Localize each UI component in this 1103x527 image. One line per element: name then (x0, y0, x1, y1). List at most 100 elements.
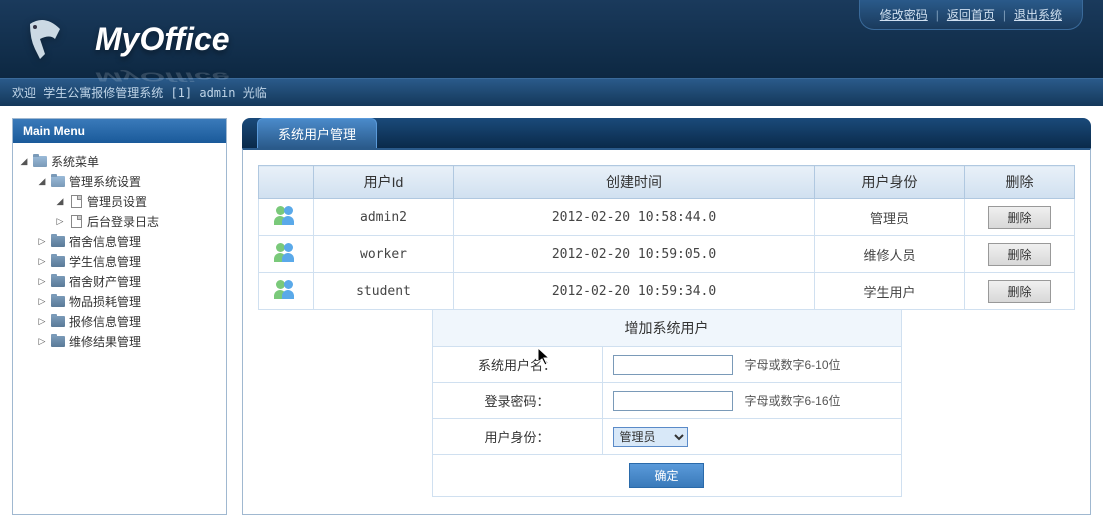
cell-icon (259, 273, 314, 310)
tree-node[interactable]: ▷ 维修结果管理 (18, 331, 221, 351)
tree-node[interactable]: ▷ 报修信息管理 (18, 311, 221, 331)
tree-item-icon (50, 314, 66, 328)
tree-node[interactable]: ◢ 管理系统设置 (18, 171, 221, 191)
tree-node[interactable]: ▷ 宿舍信息管理 (18, 231, 221, 251)
cell-icon (259, 236, 314, 273)
table-row: worker 2012-02-20 10:59:05.0 维修人员 删除 (259, 236, 1075, 273)
username-input[interactable] (613, 355, 733, 375)
username-hint: 字母或数字6-10位 (745, 356, 841, 373)
tree-item-icon (50, 274, 66, 288)
tree-label: 系统菜单 (51, 153, 99, 170)
cell-role: 维修人员 (815, 236, 965, 273)
tree-label: 宿舍财产管理 (69, 273, 141, 290)
tree-node[interactable]: ▷ 物品损耗管理 (18, 291, 221, 311)
tree-item-icon (50, 254, 66, 268)
tree-node[interactable]: ◢ 管理员设置 (18, 191, 221, 211)
users-icon (274, 242, 298, 262)
cell-userid: student (314, 273, 454, 310)
col-role: 用户身份 (815, 166, 965, 199)
tree-toggle-icon[interactable]: ▷ (36, 315, 48, 327)
tree-label: 宿舍信息管理 (69, 233, 141, 250)
link-logout[interactable]: 退出系统 (1014, 6, 1062, 23)
form-submit-row: 确定 (433, 455, 901, 496)
cell-icon (259, 199, 314, 236)
tree-node[interactable]: ▷ 学生信息管理 (18, 251, 221, 271)
separator: | (936, 8, 939, 22)
main-area: Main Menu ◢系统菜单◢管理系统设置◢管理员设置▷后台登录日志▷宿舍信息… (0, 106, 1103, 527)
col-created: 创建时间 (454, 166, 815, 199)
add-user-form: 增加系统用户 系统用户名： 字母或数字6-10位 登录密码： 字母或数字6-16… (432, 310, 902, 497)
username-label: 系统用户名： (433, 347, 603, 382)
tree-item-icon (68, 194, 84, 208)
tree-toggle-icon[interactable]: ◢ (18, 155, 30, 167)
brand-title: MyOffice (95, 21, 230, 58)
bird-logo-icon (20, 9, 80, 69)
submit-button[interactable]: 确定 (629, 463, 703, 488)
app-header: MyOffice 修改密码 | 返回首页 | 退出系统 (0, 0, 1103, 78)
delete-button[interactable]: 删除 (988, 280, 1050, 303)
panel-body: 用户Id 创建时间 用户身份 删除 admin2 2012-02-20 10:5… (242, 148, 1091, 515)
delete-button[interactable]: 删除 (988, 243, 1050, 266)
users-icon (274, 279, 298, 299)
panel-title: 系统用户管理 (257, 118, 377, 148)
link-change-password[interactable]: 修改密码 (880, 6, 928, 23)
tree-label: 报修信息管理 (69, 313, 141, 330)
cell-delete: 删除 (965, 199, 1075, 236)
col-icon (259, 166, 314, 199)
tree-node[interactable]: ▷ 后台登录日志 (18, 211, 221, 231)
tree-label: 管理系统设置 (69, 173, 141, 190)
sidebar-title: Main Menu (13, 119, 226, 143)
separator: | (1003, 8, 1006, 22)
delete-button[interactable]: 删除 (988, 206, 1050, 229)
cell-userid: worker (314, 236, 454, 273)
tree-item-icon (32, 154, 48, 168)
role-select[interactable]: 管理员维修人员学生用户 (613, 427, 688, 447)
col-userid: 用户Id (314, 166, 454, 199)
tree-toggle-icon[interactable]: ▷ (36, 335, 48, 347)
cell-role: 学生用户 (815, 273, 965, 310)
password-hint: 字母或数字6-16位 (745, 392, 841, 409)
password-label: 登录密码： (433, 383, 603, 418)
form-row-password: 登录密码： 字母或数字6-16位 (433, 383, 901, 419)
content-panel: 系统用户管理 用户Id 创建时间 用户身份 删除 admin2 2012-02-… (242, 118, 1091, 515)
table-row: student 2012-02-20 10:59:34.0 学生用户 删除 (259, 273, 1075, 310)
user-table: 用户Id 创建时间 用户身份 删除 admin2 2012-02-20 10:5… (258, 165, 1075, 310)
tree-item-icon (50, 294, 66, 308)
cell-delete: 删除 (965, 236, 1075, 273)
tree-item-icon (68, 214, 84, 228)
tree-label: 学生信息管理 (69, 253, 141, 270)
col-delete: 删除 (965, 166, 1075, 199)
tree-toggle-icon[interactable]: ◢ (54, 195, 66, 207)
password-input[interactable] (613, 391, 733, 411)
cell-created: 2012-02-20 10:59:34.0 (454, 273, 815, 310)
tree-toggle-icon[interactable]: ◢ (36, 175, 48, 187)
tree-toggle-icon[interactable]: ▷ (36, 275, 48, 287)
logo-area: MyOffice (0, 9, 230, 69)
tree-label: 后台登录日志 (87, 213, 159, 230)
tree-toggle-icon[interactable]: ▷ (36, 255, 48, 267)
form-row-role: 用户身份： 管理员维修人员学生用户 (433, 419, 901, 455)
cell-role: 管理员 (815, 199, 965, 236)
table-row: admin2 2012-02-20 10:58:44.0 管理员 删除 (259, 199, 1075, 236)
tree-item-icon (50, 174, 66, 188)
users-icon (274, 205, 298, 225)
nav-tree: ◢系统菜单◢管理系统设置◢管理员设置▷后台登录日志▷宿舍信息管理▷学生信息管理▷… (13, 143, 226, 359)
cell-created: 2012-02-20 10:58:44.0 (454, 199, 815, 236)
cell-userid: admin2 (314, 199, 454, 236)
tree-toggle-icon[interactable]: ▷ (36, 295, 48, 307)
link-back-home[interactable]: 返回首页 (947, 6, 995, 23)
tree-label: 维修结果管理 (69, 333, 141, 350)
tree-label: 物品损耗管理 (69, 293, 141, 310)
form-title: 增加系统用户 (433, 310, 901, 347)
tree-node[interactable]: ◢ 系统菜单 (18, 151, 221, 171)
sidebar: Main Menu ◢系统菜单◢管理系统设置◢管理员设置▷后台登录日志▷宿舍信息… (12, 118, 227, 515)
cell-created: 2012-02-20 10:59:05.0 (454, 236, 815, 273)
tree-node[interactable]: ▷ 宿舍财产管理 (18, 271, 221, 291)
tree-toggle-icon[interactable]: ▷ (36, 235, 48, 247)
tree-label: 管理员设置 (87, 193, 147, 210)
tree-toggle-icon[interactable]: ▷ (54, 215, 66, 227)
top-links: 修改密码 | 返回首页 | 退出系统 (859, 0, 1083, 30)
cell-delete: 删除 (965, 273, 1075, 310)
role-label: 用户身份： (433, 419, 603, 454)
tree-item-icon (50, 234, 66, 248)
